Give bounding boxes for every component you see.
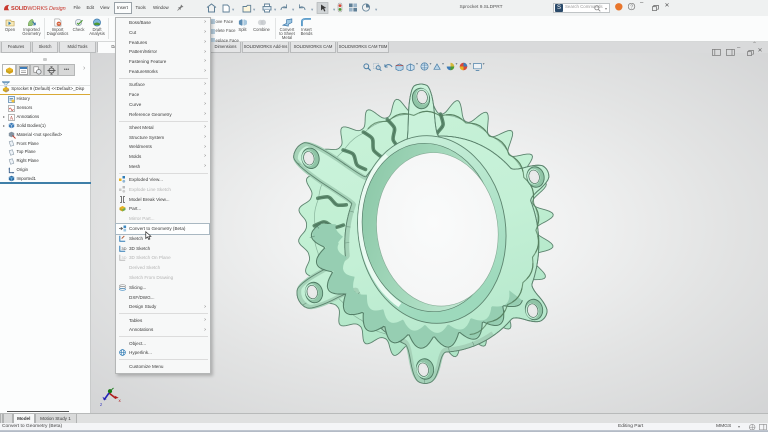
svg-text:3D: 3D [121, 255, 126, 260]
svg-text:▾: ▾ [274, 7, 277, 12]
svg-text:▾: ▾ [333, 7, 336, 12]
svg-text:A: A [10, 116, 14, 120]
svg-text:▾: ▾ [232, 7, 235, 12]
svg-text:▾: ▾ [311, 7, 314, 12]
svg-text:▾: ▾ [292, 7, 295, 12]
svg-text:▾: ▾ [375, 7, 378, 12]
svg-text:?: ? [630, 5, 633, 11]
svg-text:3D: 3D [121, 245, 126, 250]
svg-text:▾: ▾ [253, 7, 256, 12]
